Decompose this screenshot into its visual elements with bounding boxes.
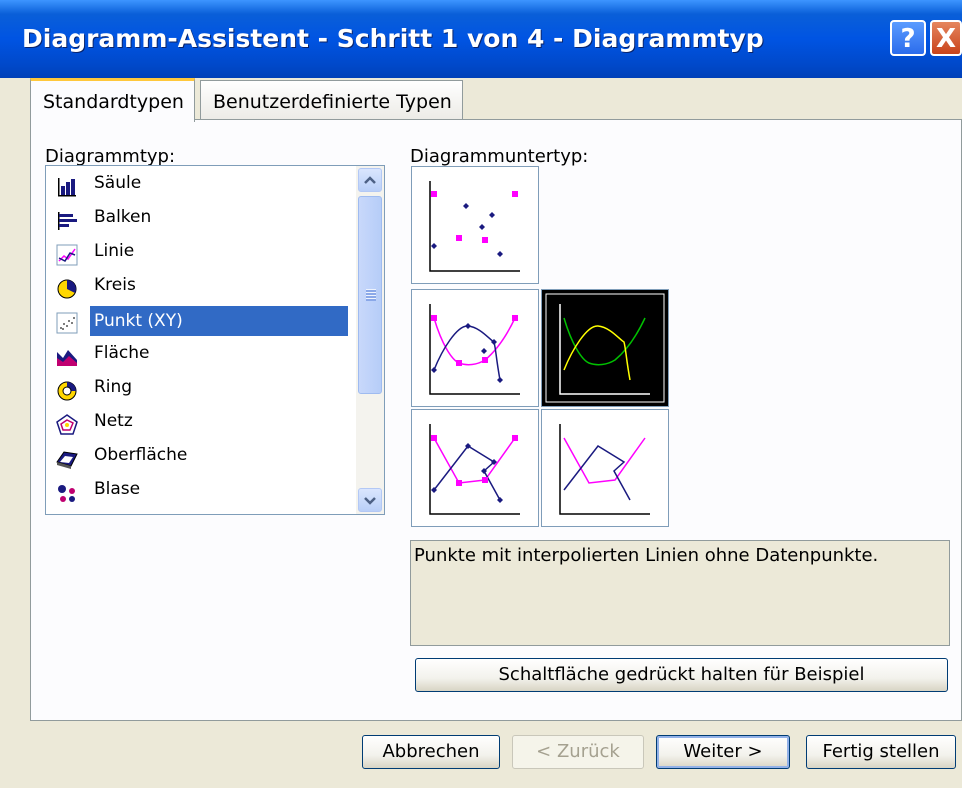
list-item-label: Netz (94, 411, 133, 431)
subtype-description: Punkte mit interpolierten Linien ohne Da… (410, 540, 950, 646)
tab-benutzerdefinierte-typen[interactable]: Benutzerdefinierte Typen (200, 80, 463, 120)
list-item-netz[interactable]: Netz (50, 406, 356, 440)
chevron-up-icon (364, 176, 376, 184)
cancel-button[interactable]: Abbrechen (362, 735, 500, 769)
subtype-smooth-lines-markers[interactable] (411, 289, 539, 407)
scroll-up-button[interactable] (358, 168, 382, 192)
bubble-chart-icon (58, 485, 75, 502)
area-chart-icon (57, 350, 77, 366)
column-chart-icon (58, 178, 76, 197)
list-item-saeule[interactable]: Säule (50, 168, 356, 202)
radar-chart-icon (56, 414, 78, 435)
line-chart-icon (56, 244, 78, 266)
subtype-smooth-lines[interactable] (541, 289, 669, 407)
scroll-down-button[interactable] (358, 488, 382, 512)
list-item-label: Fläche (94, 343, 150, 363)
finish-button[interactable]: Fertig stellen (806, 735, 956, 769)
straight-lines-icon (559, 424, 650, 515)
chevron-down-icon (364, 497, 376, 505)
list-item-oberflaeche[interactable]: Oberfläche (50, 440, 356, 474)
chart-type-label: Diagrammtyp: (45, 146, 176, 167)
pie-chart-icon (57, 279, 77, 299)
list-item-linie[interactable]: Linie (50, 236, 356, 270)
list-item-punkt-xy[interactable]: Punkt (XY) (50, 304, 356, 338)
list-item-flaeche[interactable]: Fläche (50, 338, 356, 372)
grip-icon (366, 289, 376, 301)
surface-chart-icon (56, 451, 78, 469)
close-button[interactable]: X (930, 20, 962, 56)
bar-chart-icon (58, 212, 77, 230)
scatter-chart-icon (56, 312, 78, 334)
list-item-kreis[interactable]: Kreis (50, 270, 356, 304)
smooth-lines-markers-icon (429, 304, 520, 395)
preview-button-label: Schaltfläche gedrückt halten für Beispie… (498, 664, 865, 685)
list-item-label: Säule (94, 173, 142, 193)
title-bar: Diagramm-Assistent - Schritt 1 von 4 - D… (0, 0, 962, 78)
list-item-label: Blase (94, 479, 141, 499)
smooth-lines-icon (545, 293, 665, 403)
preview-button[interactable]: Schaltfläche gedrückt halten für Beispie… (415, 658, 948, 692)
subtype-scatter-markers[interactable] (411, 166, 539, 284)
subtype-label: Diagrammuntertyp: (410, 146, 589, 167)
list-item-balken[interactable]: Balken (50, 202, 356, 236)
help-button[interactable]: ? (890, 20, 926, 56)
list-item-label: Linie (94, 241, 135, 261)
doughnut-chart-icon (57, 381, 77, 401)
scroll-thumb[interactable] (358, 196, 382, 394)
list-item-label: Ring (94, 377, 133, 397)
list-scrollbar[interactable] (356, 166, 384, 514)
window-title: Diagramm-Assistent - Schritt 1 von 4 - D… (22, 24, 764, 53)
scatter-markers-icon (429, 181, 520, 272)
list-item-label: Balken (94, 207, 152, 227)
tab-standardtypen[interactable]: Standardtypen (30, 78, 195, 122)
straight-lines-markers-icon (429, 424, 520, 515)
list-item-label: Kreis (94, 275, 136, 295)
list-item-label: Oberfläche (94, 445, 188, 465)
subtype-straight-lines-markers[interactable] (411, 409, 539, 527)
list-item-ring[interactable]: Ring (50, 372, 356, 406)
list-item-blase[interactable]: Blase (50, 474, 356, 508)
next-button[interactable]: Weiter > (656, 735, 790, 769)
chart-type-list[interactable]: Säule Balken Linie Kreis Punkt (XY) Fläc… (45, 165, 385, 515)
list-item-label: Punkt (XY) (90, 306, 348, 336)
back-button[interactable]: < Zurück (512, 735, 644, 769)
subtype-straight-lines[interactable] (541, 409, 669, 527)
